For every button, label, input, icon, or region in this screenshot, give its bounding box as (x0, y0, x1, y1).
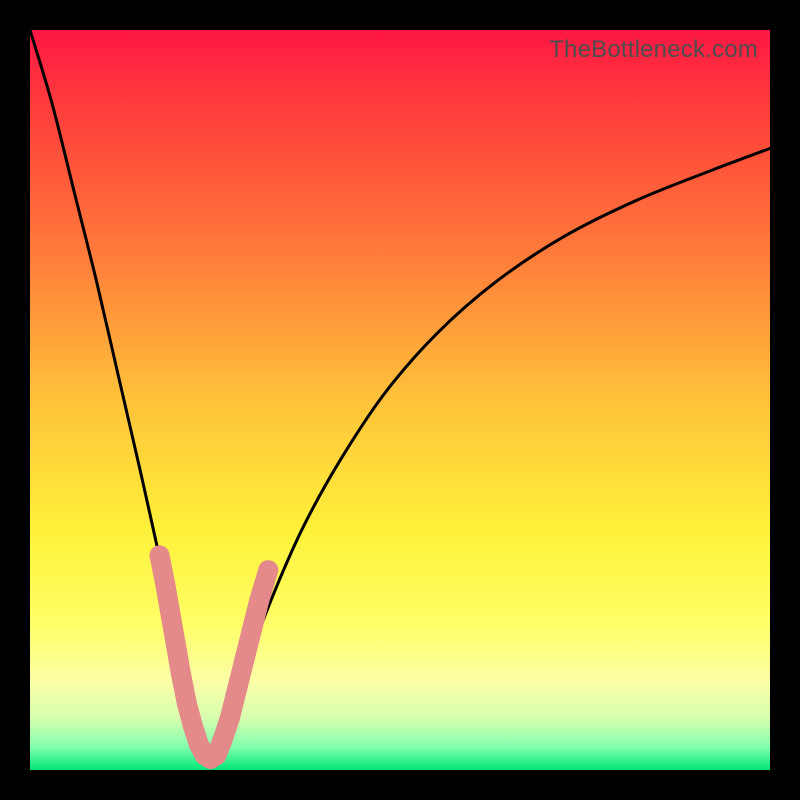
highlight-marker (171, 664, 191, 684)
highlight-marker (155, 575, 175, 595)
chart-frame: TheBottleneck.com (0, 0, 800, 800)
curve-layer (30, 30, 770, 770)
highlight-marker (235, 649, 255, 669)
highlight-marker (166, 634, 186, 654)
highlight-marker (249, 590, 269, 610)
highlight-marker (242, 619, 262, 639)
plot-area: TheBottleneck.com (30, 30, 770, 770)
highlight-marker (227, 679, 247, 699)
highlight-marker (220, 708, 240, 728)
highlight-marker (258, 560, 278, 580)
highlight-marker (177, 693, 197, 713)
highlight-marker (183, 716, 203, 736)
highlight-marker (161, 605, 181, 625)
highlight-marker (212, 730, 232, 750)
highlight-marker (150, 545, 170, 565)
bottleneck-curve (30, 30, 770, 763)
marker-group (150, 545, 279, 769)
